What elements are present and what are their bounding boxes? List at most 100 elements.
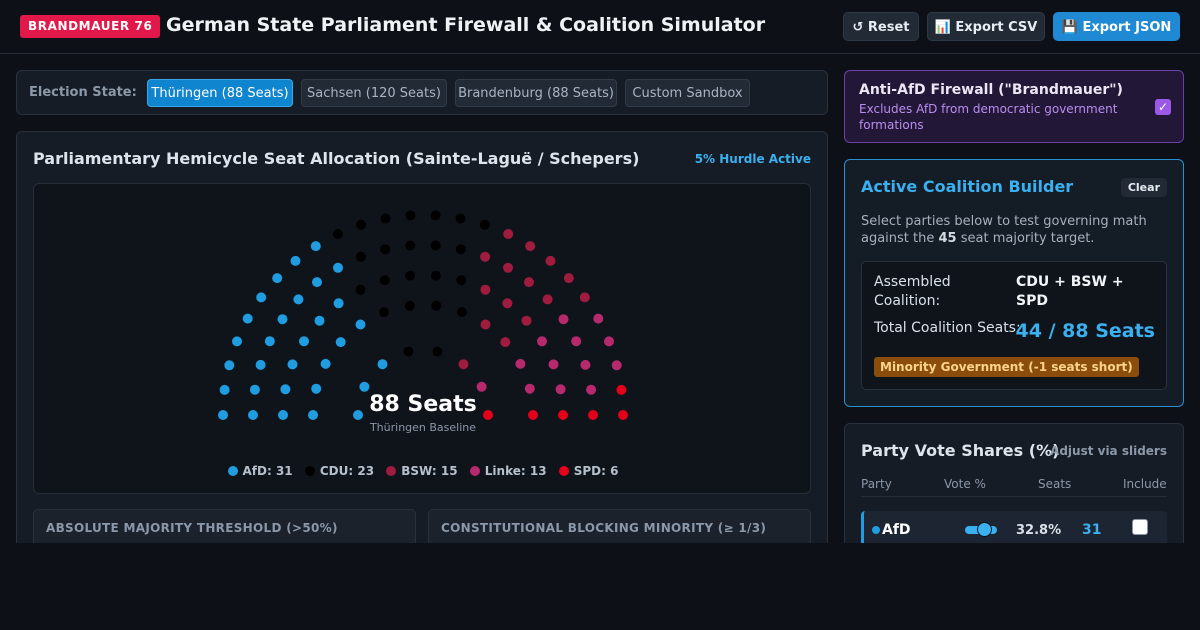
coalition-builder-title: Active Coalition Builder: [861, 177, 1074, 196]
seat-afd: [290, 255, 301, 266]
seat-afd: [299, 336, 309, 347]
assembled-coalition-value: CDU + BSW + SPD: [1016, 274, 1124, 309]
seat-cdu: [456, 275, 467, 286]
slider-thumb[interactable]: [977, 522, 992, 537]
seat-cdu: [405, 270, 416, 281]
app-logo: BRANDMAUER 76: [20, 15, 161, 38]
seat-afd: [359, 381, 370, 392]
seat-afd: [320, 358, 331, 369]
state-option-sachsen[interactable]: Sachsen (120 Seats): [301, 79, 447, 107]
seat-cdu: [455, 244, 466, 255]
seat-afd: [310, 241, 321, 252]
seat-bsw: [545, 255, 556, 266]
seat-bsw: [503, 229, 514, 239]
seat-afd: [287, 359, 298, 370]
seat-cdu: [479, 219, 490, 230]
state-option-custom-sandbox[interactable]: Custom Sandbox: [625, 79, 750, 107]
legend-item-linke: Linke: 13: [469, 464, 547, 478]
include-checkbox[interactable]: [1132, 519, 1148, 535]
seat-bsw: [579, 292, 590, 303]
seat-cdu: [355, 251, 366, 262]
seat-bsw: [480, 284, 491, 295]
clear-coalition-button[interactable]: Clear: [1120, 178, 1167, 197]
seat-bsw: [500, 337, 511, 348]
seat-afd: [293, 294, 304, 305]
app-title: German State Parliament Firewall & Coali…: [166, 14, 766, 36]
party-seats: 31: [1082, 522, 1102, 538]
cdu-color-dot: [304, 466, 315, 476]
seat-afd: [272, 273, 283, 284]
seat-cdu: [379, 275, 390, 286]
seat-bsw: [521, 315, 532, 326]
column-header-include: Include: [1123, 477, 1167, 491]
export-csv-button[interactable]: 📊 Export CSV: [927, 12, 1045, 41]
seat-cdu: [430, 210, 441, 221]
hemicycle-chart: 88 Seats Thüringen Baseline AfD: 31 CDU:…: [33, 183, 811, 494]
firewall-description: Excludes AfD from democratic government …: [859, 102, 1118, 132]
seat-cdu: [332, 229, 343, 239]
seat-cdu: [431, 300, 442, 311]
legend-label: Linke: 13: [484, 464, 547, 478]
seat-afd: [312, 277, 322, 288]
state-baseline-label: Thüringen Baseline: [369, 421, 477, 434]
majority-target-value: 45: [938, 231, 957, 246]
vote-table-header: Party Vote % Seats Include: [861, 475, 1167, 497]
seat-afd: [333, 298, 344, 309]
hemicycle-panel: Parliamentary Hemicycle Seat Allocation …: [16, 131, 828, 551]
seat-bsw: [480, 319, 491, 330]
column-header-seats: Seats: [1038, 477, 1072, 491]
total-seats-label: 88 Seats: [369, 392, 477, 417]
seat-linke: [604, 336, 614, 347]
bsw-color-dot: [386, 466, 397, 476]
seat-linke: [537, 336, 547, 347]
seat-cdu: [432, 346, 443, 357]
firewall-checkbox[interactable]: ✓: [1155, 99, 1171, 115]
seat-bsw: [542, 294, 553, 305]
seat-cdu: [403, 346, 414, 357]
state-option-brandenburg[interactable]: Brandenburg (88 Seats): [455, 79, 617, 107]
seat-afd: [377, 359, 388, 370]
legend-label: BSW: 15: [401, 464, 458, 478]
column-header-vote: Vote %: [944, 477, 986, 491]
afd-color-dot: [227, 466, 238, 476]
state-option-thueringen[interactable]: Thüringen (88 Seats): [147, 79, 293, 107]
election-state-selector: Election State: Thüringen (88 Seats) Sac…: [16, 70, 828, 115]
seat-cdu: [379, 307, 389, 318]
export-json-button[interactable]: 💾 Export JSON: [1053, 12, 1180, 41]
legend-item-spd: SPD: 6: [558, 464, 618, 478]
seat-bsw: [563, 273, 574, 284]
firewall-title: Anti-AfD Firewall ("Brandmauer"): [859, 82, 1123, 98]
vote-percent: 32.8%: [1016, 523, 1062, 538]
seat-linke: [580, 359, 591, 370]
coalition-hint: Select parties below to test governing m…: [861, 213, 1161, 247]
hurdle-badge: 5% Hurdle Active: [694, 152, 811, 166]
total-coalition-seats-value: 44 / 88 Seats: [1015, 320, 1155, 342]
legend-item-cdu: CDU: 23: [304, 464, 374, 478]
reset-button[interactable]: ↺ Reset: [843, 12, 919, 41]
linke-color-dot: [469, 466, 480, 476]
coalition-summary: Assembled Coalition: CDU + BSW + SPD Tot…: [861, 261, 1167, 390]
seat-cdu: [356, 219, 367, 230]
blocking-minority-label: CONSTITUTIONAL BLOCKING MINORITY (≥ 1/3): [441, 521, 767, 535]
seat-cdu: [457, 307, 467, 318]
seat-afd: [314, 315, 325, 326]
vote-share-slider[interactable]: [965, 522, 997, 537]
seat-bsw: [458, 359, 469, 370]
column-header-party: Party: [861, 477, 892, 491]
seat-afd: [232, 336, 242, 347]
coalition-builder-panel: Active Coalition Builder Clear Select pa…: [844, 159, 1184, 407]
seat-linke: [548, 359, 559, 370]
vote-shares-title: Party Vote Shares (%): [861, 441, 1060, 460]
seat-cdu: [455, 213, 466, 224]
seat-cdu: [404, 300, 415, 311]
seat-afd: [264, 336, 275, 347]
seat-linke: [515, 358, 526, 369]
seat-bsw: [503, 262, 513, 273]
assembled-coalition-label: Assembled Coalition:: [874, 274, 951, 309]
seat-cdu: [355, 284, 366, 295]
hint-text: seat majority target.: [956, 231, 1095, 246]
vote-shares-panel: Party Vote Shares (%) Adjust via sliders…: [844, 423, 1184, 563]
seat-afd: [333, 262, 343, 273]
legend-label: AfD: 31: [242, 464, 293, 478]
majority-threshold-label: ABSOLUTE MAJORITY THRESHOLD (>50%): [46, 521, 338, 535]
